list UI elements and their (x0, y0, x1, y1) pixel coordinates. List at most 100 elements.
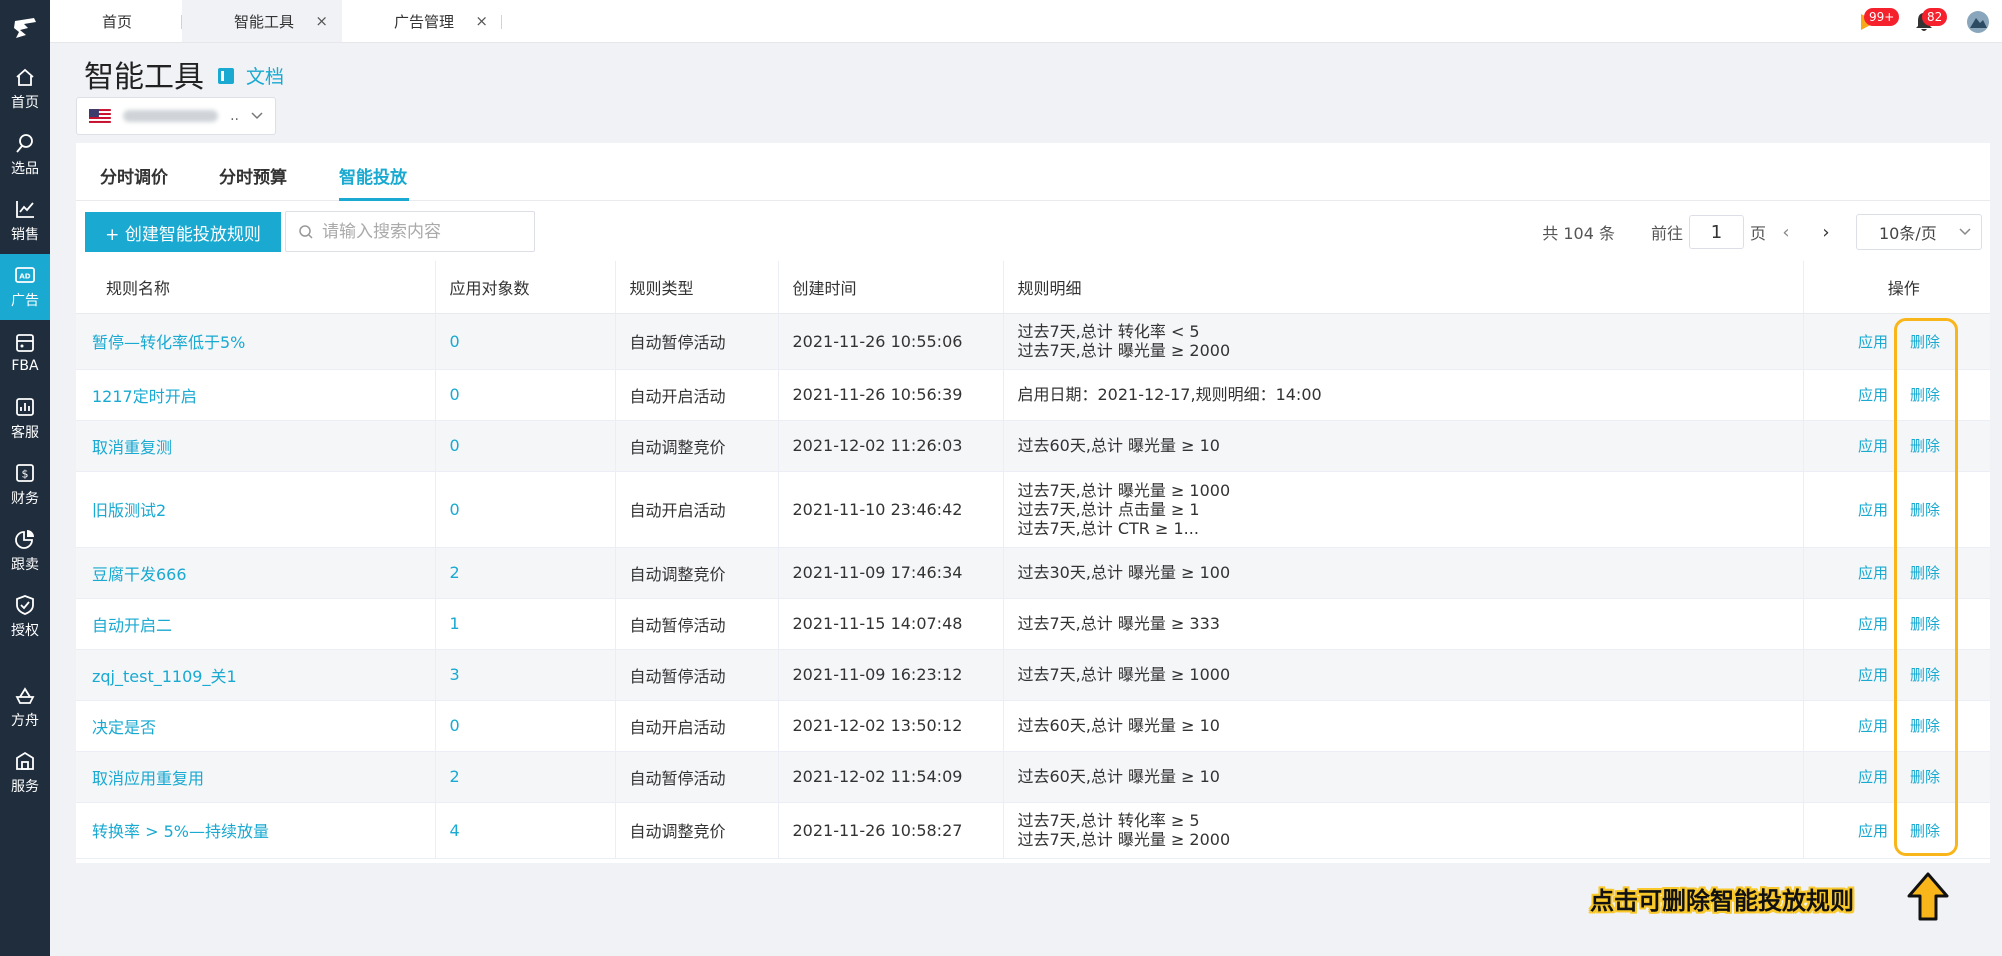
target-count-link[interactable]: 0 (450, 385, 460, 404)
target-count-link[interactable]: 1 (450, 614, 460, 633)
rule-details: 过去60天,总计 曝光量 ≥ 10 (1018, 767, 1803, 786)
sidebar-item-label: 授权 (11, 623, 39, 639)
apply-button[interactable]: 应用 (1858, 615, 1888, 633)
col-header-target-count: 应用对象数 (435, 261, 616, 314)
announcement-button[interactable]: 99+ (1856, 7, 1900, 34)
top-tab-home[interactable]: 首页 (50, 0, 182, 42)
rule-name-link[interactable]: 豆腐干发666 (92, 565, 187, 584)
doc-link[interactable]: 文档 (216, 62, 284, 89)
target-count-link[interactable]: 4 (450, 821, 460, 840)
search-input[interactable] (322, 221, 512, 242)
rule-name-link[interactable]: 自动开启二 (92, 616, 172, 635)
apply-button[interactable]: 应用 (1858, 822, 1888, 840)
sidebar-item-4[interactable]: FBA (0, 320, 50, 386)
tab-separator (501, 15, 502, 29)
sidebar-item-6[interactable]: $ 财务 (0, 452, 50, 518)
sidebar: 首页 选品 销售 AD 广告 FBA 客服 $ 财务 跟卖授权方舟服务 (0, 0, 50, 956)
rule-type: 自动开启活动 (629, 717, 726, 737)
target-count-link[interactable]: 0 (450, 716, 460, 735)
next-page-button[interactable]: › (1806, 222, 1846, 243)
rule-detail-line: 过去60天,总计 曝光量 ≥ 10 (1017, 716, 1220, 735)
sidebar-item-0[interactable]: 首页 (0, 56, 50, 122)
sidebar-item-3[interactable]: AD 广告 (0, 254, 50, 320)
apply-button[interactable]: 应用 (1858, 564, 1888, 582)
target-count-link[interactable]: 3 (450, 665, 460, 684)
table-row: 1217定时开启 0 自动开启活动 2021-11-26 10:56:39 启用日期：2… (76, 369, 1990, 421)
target-count-link[interactable]: 2 (450, 767, 460, 786)
sidebar-item-10[interactable]: 服务 (0, 740, 50, 806)
target-count-link[interactable]: 2 (450, 563, 460, 582)
shop-name-ellipsis: .. (230, 108, 239, 124)
tab-time-budget[interactable]: 分时预算 (219, 163, 287, 188)
sidebar-item-9[interactable]: 方舟 (0, 674, 50, 740)
active-tab-indicator (339, 198, 409, 201)
rule-name-link[interactable]: zqj_test_1109_关1 (92, 667, 237, 686)
top-tab-label: 广告管理 (394, 12, 455, 31)
top-tab-ad-management[interactable]: 广告管理 × (342, 0, 502, 42)
rule-name-link[interactable]: 旧版测试2 (92, 501, 166, 520)
col-header-actions: 操作 (1803, 261, 1990, 314)
sidebar-item-5[interactable]: 客服 (0, 386, 50, 452)
apply-button[interactable]: 应用 (1858, 501, 1888, 519)
rule-details: 过去60天,总计 曝光量 ≥ 10 (1018, 716, 1803, 735)
sidebar-item-8[interactable]: 授权 (0, 584, 50, 650)
notification-badge: 99+ (1864, 7, 1900, 26)
sub-tabs: 分时调价 分时预算 智能投放 (76, 143, 1990, 201)
prev-page-button[interactable]: ‹ (1766, 222, 1806, 243)
target-count-link[interactable]: 0 (450, 500, 460, 519)
app-logo[interactable] (0, 0, 50, 56)
pagination: 共 104 条 前往 1 页 ‹ › 10条/页 (1542, 213, 1982, 251)
rule-name-link[interactable]: 取消重复测 (92, 438, 172, 457)
rule-detail-line: 过去60天,总计 曝光量 ≥ 10 (1017, 767, 1220, 786)
top-right-actions: 99+ 82 (1856, 0, 1990, 43)
sidebar-item-label: 财务 (11, 491, 39, 507)
rule-name-link[interactable]: 暂停—转化率低于5% (92, 333, 245, 352)
shield-check-icon (16, 595, 34, 615)
apply-button[interactable]: 应用 (1858, 717, 1888, 735)
tab-time-bid[interactable]: 分时调价 (100, 163, 168, 188)
target-count-link[interactable]: 0 (450, 436, 460, 455)
top-tab-smart-tools[interactable]: 智能工具 × (182, 0, 342, 42)
doc-link-label: 文档 (246, 66, 285, 88)
create-rule-button[interactable]: + 创建智能投放规则 (85, 212, 281, 252)
apply-button[interactable]: 应用 (1858, 333, 1888, 351)
table-row: 转换率 > 5%—持续放量 4 自动调整竞价 2021-11-26 10:58:27 过… (76, 802, 1990, 859)
rule-detail-line: 过去7天,总计 曝光量 ≥ 1000 (1017, 480, 1231, 500)
shop-selector[interactable]: .. (76, 97, 276, 135)
col-header-created: 创建时间 (778, 261, 1004, 314)
sidebar-item-2[interactable]: 销售 (0, 188, 50, 254)
rule-detail-line: 过去7天,总计 转化率 < 5 (1017, 322, 1200, 341)
rule-name-link[interactable]: 1217定时开启 (92, 387, 197, 406)
rule-type: 自动暂停活动 (629, 333, 726, 352)
close-icon[interactable]: × (315, 12, 328, 30)
page-number-input[interactable]: 1 (1688, 215, 1744, 249)
notification-badge: 82 (1922, 7, 1948, 26)
user-avatar[interactable] (1966, 10, 1990, 34)
apply-button[interactable]: 应用 (1858, 768, 1888, 786)
notifications-button[interactable]: 82 (1912, 7, 1948, 34)
rule-name-link[interactable]: 取消应用重复用 (92, 769, 204, 788)
target-count-link[interactable]: 0 (450, 332, 460, 351)
created-time: 2021-12-02 11:54:09 (792, 767, 963, 786)
rule-detail-line: 过去7天,总计 曝光量 ≥ 333 (1017, 614, 1220, 633)
avatar-icon (1967, 10, 1989, 33)
svg-text:AD: AD (19, 273, 30, 281)
logo-icon (14, 18, 36, 38)
rule-name-link[interactable]: 决定是否 (92, 718, 156, 737)
apply-button[interactable]: 应用 (1858, 437, 1888, 455)
apply-button[interactable]: 应用 (1858, 386, 1888, 404)
rule-detail-line: 过去7天,总计 曝光量 ≥ 2000 (1017, 830, 1231, 849)
book-icon (218, 67, 234, 84)
sidebar-item-label: 方舟 (11, 713, 39, 729)
rule-details: 启用日期：2021-12-17,规则明细：14:00 (1018, 385, 1803, 404)
rule-name-link[interactable]: 转换率 > 5%—持续放量 (92, 822, 269, 841)
sidebar-item-1[interactable]: 选品 (0, 122, 50, 188)
tab-smart-delivery[interactable]: 智能投放 (339, 163, 407, 188)
created-time: 2021-11-09 16:23:12 (792, 665, 963, 684)
col-header-details: 规则明细 (1003, 261, 1804, 314)
apply-button[interactable]: 应用 (1858, 666, 1888, 684)
sidebar-item-7[interactable]: 跟卖 (0, 518, 50, 584)
page-size-select[interactable]: 10条/页 (1856, 214, 1982, 250)
rule-details: 过去7天,总计 曝光量 ≥ 1000 (1018, 665, 1803, 684)
close-icon[interactable]: × (475, 12, 488, 30)
